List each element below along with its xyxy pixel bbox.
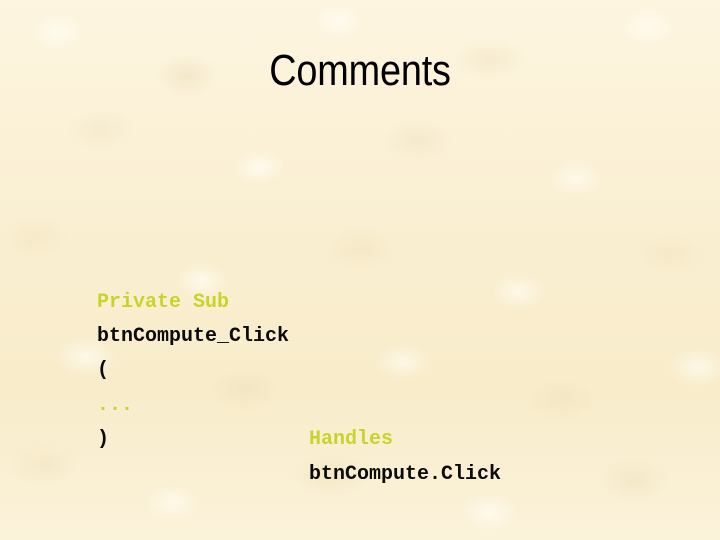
page-title: Comments xyxy=(269,46,451,95)
code-token-identifier: btnCompute.Click xyxy=(309,462,502,486)
code-line: Private Sub btnCompute_Click ( ... ) xyxy=(25,251,705,452)
code-token-paren-close: ) xyxy=(97,428,110,452)
code-token-identifier: btnCompute_Click xyxy=(97,325,302,349)
presentation-slide: Comments Private Sub btnCompute_Click ( … xyxy=(0,0,720,540)
code-token-keyword: Private Sub xyxy=(97,290,242,314)
code-token-paren-open: ( xyxy=(97,359,110,383)
code-token-keyword: Handles xyxy=(309,428,406,452)
code-token-ellipsis: ... xyxy=(97,393,134,417)
code-listing: Private Sub btnCompute_Click ( ... ) Han… xyxy=(25,148,705,540)
code-line: 'Calculate the balance in an account xyxy=(25,526,705,540)
